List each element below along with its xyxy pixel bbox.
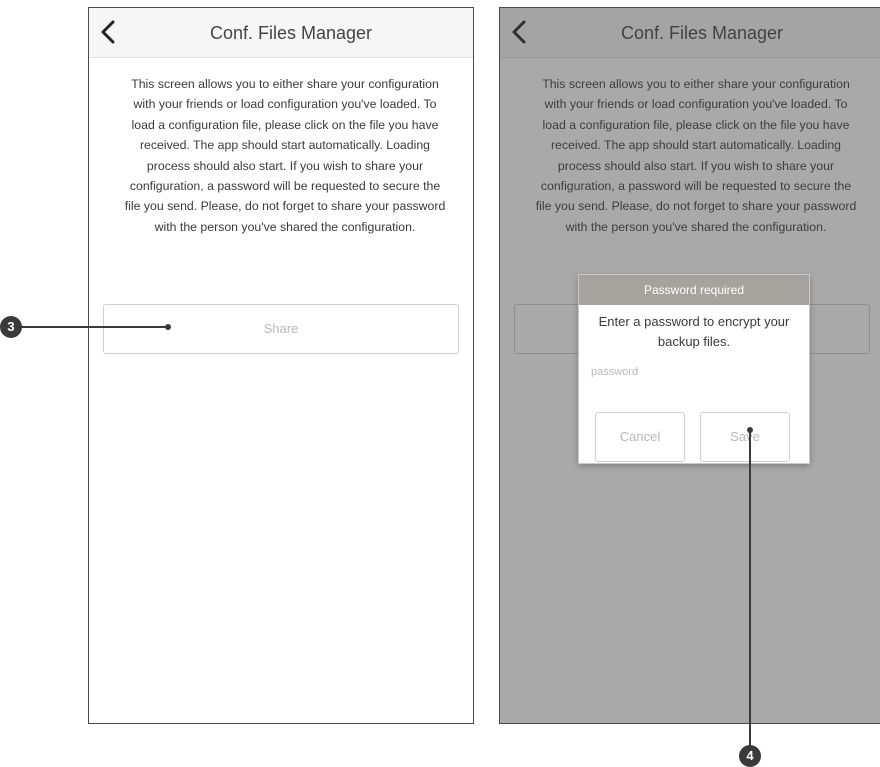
callout-badge-3: 3 — [0, 316, 22, 338]
share-button[interactable]: Share — [103, 304, 459, 354]
left-phone-screen: Conf. Files Manager This screen allows y… — [88, 7, 474, 724]
dialog-title: Password required — [579, 275, 809, 305]
dialog-message: Enter a password to encrypt your backup … — [598, 314, 790, 349]
save-button[interactable]: Save — [700, 412, 790, 462]
password-dialog: Password required Enter a password to en… — [578, 274, 810, 464]
callout-line-4 — [749, 430, 751, 750]
right-phone-screen: Conf. Files Manager This screen allows y… — [499, 7, 880, 724]
description-text: This screen allows you to either share y… — [124, 77, 446, 234]
page-title: Conf. Files Manager — [209, 23, 373, 43]
password-input[interactable] — [587, 362, 803, 382]
app-header: Conf. Files Manager — [89, 8, 473, 58]
callout-badge-4: 4 — [739, 745, 761, 767]
callout-line-3 — [20, 326, 168, 328]
cancel-button[interactable]: Cancel — [595, 412, 685, 462]
callout-dot-3 — [165, 324, 171, 330]
